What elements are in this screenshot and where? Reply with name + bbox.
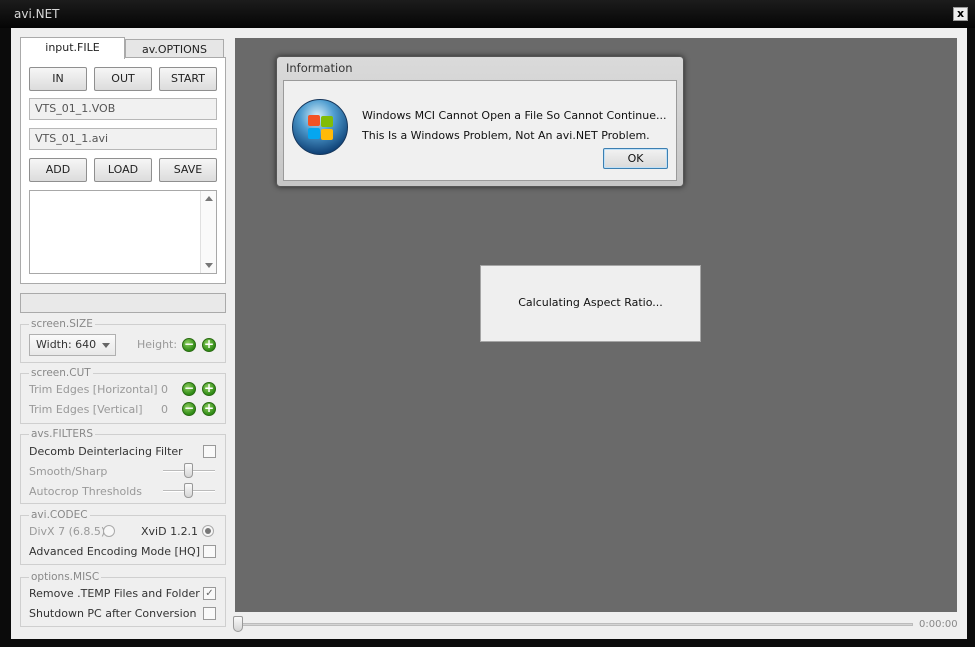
divx-label: DivX 7 (6.8.5) <box>29 525 106 538</box>
in-button[interactable]: IN <box>29 67 87 91</box>
start-button[interactable]: START <box>159 67 217 91</box>
remove-temp-checkbox[interactable]: ✓ <box>203 587 216 600</box>
width-select-value: Width: 640 <box>36 338 97 351</box>
misc-group: options.MISC Remove .TEMP Files and Fold… <box>20 570 226 627</box>
height-plus-button[interactable]: + <box>202 338 216 352</box>
screen-size-group: screen.SIZE Width: 640 Height: − + <box>20 317 226 363</box>
status-text: Calculating Aspect Ratio... <box>518 296 663 309</box>
screen-cut-title: screen.CUT <box>29 366 93 380</box>
windows-logo-icon <box>292 99 348 155</box>
filters-title: avs.FILTERS <box>29 427 96 441</box>
decomb-label: Decomb Deinterlacing Filter <box>29 445 183 458</box>
dialog-message-line2: This Is a Windows Problem, Not An avi.NE… <box>362 129 650 142</box>
input-file-panel: IN OUT START VTS_01_1.VOB VTS_01_1.avi A… <box>20 57 226 284</box>
scroll-up-icon[interactable] <box>205 196 213 201</box>
smooth-sharp-slider[interactable] <box>184 463 193 478</box>
source-file-field[interactable]: VTS_01_1.VOB <box>29 98 217 120</box>
autocrop-label: Autocrop Thresholds <box>29 485 143 498</box>
smooth-sharp-label: Smooth/Sharp <box>29 465 108 478</box>
load-button[interactable]: LOAD <box>94 158 152 182</box>
width-select[interactable]: Width: 640 <box>29 334 116 356</box>
divx-radio[interactable] <box>103 525 115 537</box>
codec-title: avi.CODEC <box>29 508 90 522</box>
shutdown-label: Shutdown PC after Conversion <box>29 607 197 620</box>
advanced-mode-checkbox[interactable] <box>203 545 216 558</box>
title-bar: avi.NET x <box>0 0 975 28</box>
shutdown-checkbox[interactable] <box>203 607 216 620</box>
trim-horizontal-value: 0 <box>161 383 168 396</box>
timecode: 0:00:00 <box>919 619 958 630</box>
close-button[interactable]: x <box>953 7 968 21</box>
window-title: avi.NET <box>14 7 60 21</box>
xvid-radio[interactable] <box>202 525 214 537</box>
file-list-scrollbar[interactable] <box>200 191 216 273</box>
tab-input-file[interactable]: input.FILE <box>20 37 125 59</box>
ok-button[interactable]: OK <box>603 148 668 169</box>
screen-cut-group: screen.CUT Trim Edges [Horizontal] 0 − +… <box>20 366 226 424</box>
trim-horizontal-label: Trim Edges [Horizontal] <box>29 383 158 396</box>
trim-horizontal-plus-button[interactable]: + <box>202 382 216 396</box>
dialog-title: Information <box>286 61 353 75</box>
file-list[interactable] <box>29 190 217 274</box>
tab-av-options[interactable]: av.OPTIONS <box>125 39 224 59</box>
tab-input-file-label: input.FILE <box>45 41 100 54</box>
status-box: Calculating Aspect Ratio... <box>480 265 701 342</box>
output-file-field[interactable]: VTS_01_1.avi <box>29 128 217 150</box>
xvid-label: XviD 1.2.1 <box>141 525 199 538</box>
add-button[interactable]: ADD <box>29 158 87 182</box>
tab-av-options-label: av.OPTIONS <box>141 43 208 56</box>
remove-temp-label: Remove .TEMP Files and Folder <box>29 587 200 600</box>
dialog-message-line1: Windows MCI Cannot Open a File So Cannot… <box>362 109 667 122</box>
seek-bar-thumb[interactable] <box>233 616 243 632</box>
dialog-body: Windows MCI Cannot Open a File So Cannot… <box>283 80 677 181</box>
trim-horizontal-minus-button[interactable]: − <box>182 382 196 396</box>
trim-vertical-value: 0 <box>161 403 168 416</box>
out-button[interactable]: OUT <box>94 67 152 91</box>
information-dialog: Information Windows MCI Cannot Open a Fi… <box>276 56 684 187</box>
progress-bar <box>20 293 226 313</box>
advanced-mode-label: Advanced Encoding Mode [HQ] <box>29 545 200 558</box>
decomb-checkbox[interactable] <box>203 445 216 458</box>
height-label: Height: <box>137 338 178 351</box>
chevron-down-icon <box>102 343 110 348</box>
trim-vertical-plus-button[interactable]: + <box>202 402 216 416</box>
trim-vertical-minus-button[interactable]: − <box>182 402 196 416</box>
save-button[interactable]: SAVE <box>159 158 217 182</box>
codec-group: avi.CODEC DivX 7 (6.8.5) XviD 1.2.1 Adva… <box>20 508 226 565</box>
filters-group: avs.FILTERS Decomb Deinterlacing Filter … <box>20 427 226 504</box>
height-minus-button[interactable]: − <box>182 338 196 352</box>
autocrop-slider[interactable] <box>184 483 193 498</box>
scroll-down-icon[interactable] <box>205 263 213 268</box>
screen-size-title: screen.SIZE <box>29 317 95 331</box>
trim-vertical-label: Trim Edges [Vertical] <box>29 403 143 416</box>
seek-bar-track[interactable] <box>239 623 913 626</box>
misc-title: options.MISC <box>29 570 102 584</box>
